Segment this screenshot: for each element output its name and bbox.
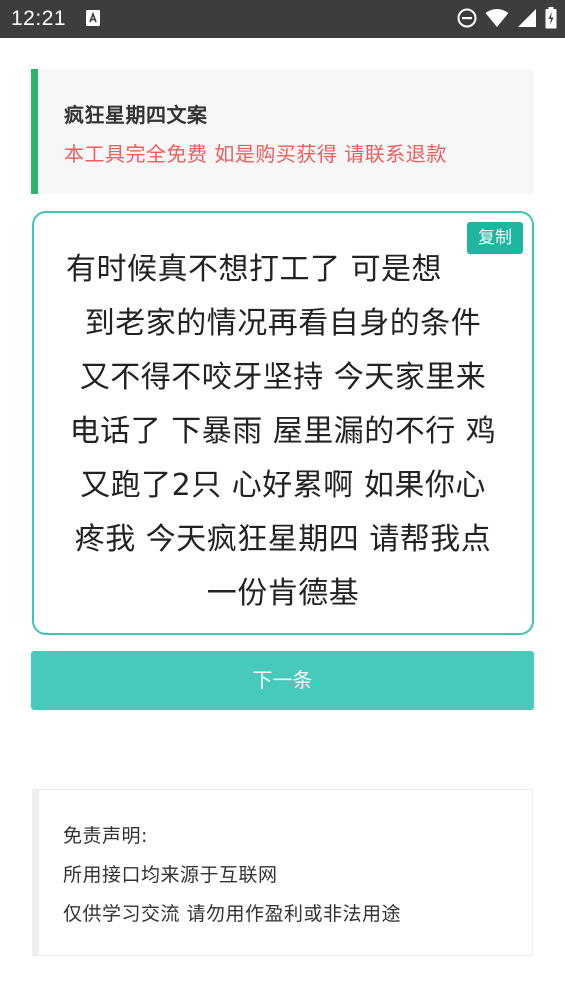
next-button[interactable]: 下一条 [31,651,534,710]
copywriting-card: 复制 有时候真不想打工了 可是想 到老家的情况再看自身的条件 又不得不咬牙坚持 … [32,211,534,635]
disclaimer-title: 免责声明: [63,825,148,847]
disclaimer-line: 仅供学习交流 请勿用作盈利或非法用途 [63,903,402,925]
disclaimer-card: 免责声明: 所用接口均来源于互联网 仅供学习交流 请勿用作盈利或非法用途 [32,789,533,956]
do-not-disturb-icon [457,8,477,32]
system-icons [457,7,557,33]
text-line: 电话了 下暴雨 屋里漏的不行 鸡 [69,414,497,449]
page-title: 疯狂星期四文案 [64,103,208,127]
text-line: 到老家的情况再看自身的条件 [84,306,482,341]
status-bar: 12:21 [0,0,565,38]
wifi-icon [485,8,509,32]
text-line: 一份肯德基 [206,576,360,611]
status-time: 12:21 [11,7,67,30]
text-line: 又不得不咬牙坚持 今天家里来 [79,360,487,395]
copywriting-text[interactable]: 有时候真不想打工了 可是想 到老家的情况再看自身的条件 又不得不咬牙坚持 今天家… [44,243,522,621]
refund-notice: 本工具完全免费 如是购买获得 请联系退款 [64,142,447,166]
disclaimer-line: 所用接口均来源于互联网 [63,864,278,886]
battery-charging-icon [545,7,557,33]
text-line: 有时候真不想打工了 可是想 [65,252,443,287]
notification-a-icon [85,9,101,31]
text-line: 又跑了2只 心好累啊 如果你心 [80,468,486,503]
signal-icon [517,8,537,32]
text-line: 疼我 今天疯狂星期四 请帮我点 [74,522,492,557]
header-card: 疯狂星期四文案 本工具完全免费 如是购买获得 请联系退款 [31,69,534,194]
